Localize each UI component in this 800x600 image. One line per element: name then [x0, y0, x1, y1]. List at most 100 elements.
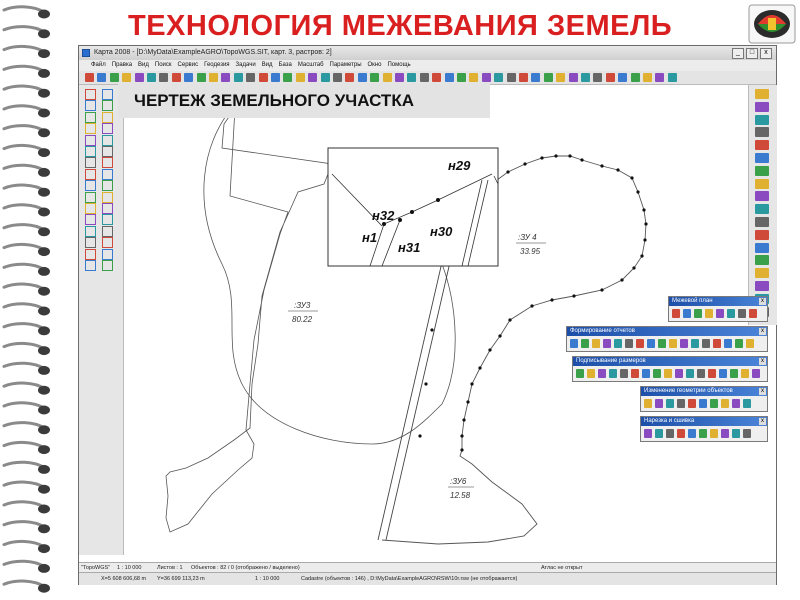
toolbar-tool-icon[interactable]: [407, 73, 417, 82]
palette-tool-icon[interactable]: [752, 369, 760, 378]
palette-tool-icon[interactable]: [680, 339, 688, 348]
palette-tool-icon[interactable]: [655, 399, 663, 408]
map-tool-icon[interactable]: [755, 114, 769, 125]
toolbar-tool-icon[interactable]: [395, 73, 404, 82]
palette-tool-icon[interactable]: [644, 429, 652, 438]
menu-window[interactable]: Окно: [368, 62, 382, 68]
close-icon[interactable]: x: [759, 298, 766, 305]
minimize-button[interactable]: _: [732, 48, 744, 59]
toolbar-tool-icon[interactable]: [667, 73, 677, 82]
toolbar-tool-icon[interactable]: [134, 73, 144, 82]
toolbar-tool-icon[interactable]: [543, 73, 553, 82]
palette-tool-icon[interactable]: [688, 399, 696, 408]
toolbar-tool-icon[interactable]: [221, 73, 231, 82]
palette-tool-icon[interactable]: [746, 339, 754, 348]
menu-file[interactable]: Файл: [91, 62, 106, 68]
toolbar-tool-icon[interactable]: [481, 73, 491, 82]
menu-params[interactable]: Параметры: [330, 62, 362, 68]
close-button[interactable]: x: [760, 48, 772, 59]
palette-tool-icon[interactable]: [721, 429, 729, 438]
map-tool-icon[interactable]: [755, 89, 769, 99]
toolbar-tool-icon[interactable]: [382, 73, 392, 82]
map-tool-icon[interactable]: [755, 217, 769, 227]
map-tool-icon[interactable]: [755, 229, 769, 240]
toolbar-tool-icon[interactable]: [308, 73, 318, 82]
toolbar-tool-icon[interactable]: [295, 73, 305, 82]
toolbar-tool-icon[interactable]: [605, 73, 615, 82]
palette-tool-icon[interactable]: [727, 309, 735, 318]
palette-tool-icon[interactable]: [677, 399, 685, 408]
palette-tool-icon[interactable]: [658, 339, 666, 348]
palette-tool-icon[interactable]: [721, 399, 729, 408]
palette-tool-icon[interactable]: [694, 309, 702, 318]
map-tool-icon[interactable]: [755, 101, 769, 112]
palette-tool-icon[interactable]: [570, 339, 578, 348]
palette-tool-icon[interactable]: [598, 369, 606, 378]
palette-tool-icon[interactable]: [699, 429, 707, 438]
menu-tasks[interactable]: Задачи: [236, 62, 256, 68]
close-icon[interactable]: x: [759, 328, 766, 335]
palette-tool-icon[interactable]: [710, 429, 718, 438]
palette-tool-icon[interactable]: [705, 309, 713, 318]
toolbar-tool-icon[interactable]: [85, 73, 94, 82]
toolbar-tool-icon[interactable]: [333, 73, 342, 82]
palette-tool-icon[interactable]: [609, 369, 617, 378]
toolbar-tool-icon[interactable]: [568, 73, 578, 82]
toolbar-tool-icon[interactable]: [109, 73, 119, 82]
palette-tool-icon[interactable]: [592, 339, 600, 348]
close-icon[interactable]: x: [759, 418, 766, 425]
palette-cutting[interactable]: Нарезка и сшивка x: [640, 416, 768, 442]
map-tool-icon[interactable]: [755, 165, 769, 176]
palette-boundary-plan[interactable]: Межевой план x: [668, 296, 768, 322]
toolbar-tool-icon[interactable]: [320, 73, 330, 82]
palette-tool-icon[interactable]: [732, 429, 740, 438]
map-tool-icon[interactable]: [755, 204, 769, 215]
palette-tool-icon[interactable]: [686, 369, 694, 378]
palette-tool-icon[interactable]: [716, 309, 724, 318]
map-tool-icon[interactable]: [755, 268, 769, 279]
toolbar-tool-icon[interactable]: [419, 73, 429, 82]
palette-tool-icon[interactable]: [732, 399, 740, 408]
toolbar-tool-icon[interactable]: [457, 73, 466, 82]
palette-tool-icon[interactable]: [672, 309, 680, 318]
maximize-button[interactable]: □: [746, 48, 758, 59]
toolbar-tool-icon[interactable]: [655, 73, 665, 82]
menu-search[interactable]: Поиск: [155, 62, 172, 68]
palette-tool-icon[interactable]: [647, 339, 655, 348]
palette-tool-icon[interactable]: [741, 369, 749, 378]
toolbar-tool-icon[interactable]: [196, 73, 206, 82]
menu-base[interactable]: База: [279, 62, 292, 68]
toolbar-tool-icon[interactable]: [630, 73, 640, 82]
toolbar-tool-icon[interactable]: [581, 73, 590, 82]
palette-tool-icon[interactable]: [710, 399, 718, 408]
toolbar-tool-icon[interactable]: [171, 73, 181, 82]
palette-geometry[interactable]: Изменение геометрии объектов x: [640, 386, 768, 412]
toolbar-tool-icon[interactable]: [122, 73, 132, 82]
palette-tool-icon[interactable]: [719, 369, 727, 378]
map-tool-icon[interactable]: [755, 255, 769, 266]
toolbar-tool-icon[interactable]: [494, 73, 504, 82]
palette-tool-icon[interactable]: [614, 339, 622, 348]
map-canvas[interactable]: н29 н32 н1 н30 н31 :ЗУ3 80.22 :ЗУ 4 33.9…: [82, 84, 744, 564]
palette-tool-icon[interactable]: [669, 339, 677, 348]
palette-tool-icon[interactable]: [702, 339, 710, 348]
menu-geodesy[interactable]: Геодезия: [204, 62, 229, 68]
palette-tool-icon[interactable]: [664, 369, 672, 378]
palette-tool-icon[interactable]: [576, 369, 584, 378]
palette-tool-icon[interactable]: [675, 369, 683, 378]
palette-tool-icon[interactable]: [743, 399, 751, 408]
close-icon[interactable]: x: [759, 388, 766, 395]
toolbar-tool-icon[interactable]: [519, 73, 528, 82]
toolbar-tool-icon[interactable]: [159, 73, 169, 82]
map-tool-icon[interactable]: [755, 153, 769, 163]
map-tool-icon[interactable]: [755, 140, 769, 151]
palette-tool-icon[interactable]: [749, 309, 757, 318]
toolbar-tool-icon[interactable]: [432, 73, 442, 82]
palette-tool-icon[interactable]: [655, 429, 663, 438]
map-tool-icon[interactable]: [755, 127, 769, 138]
menu-view2[interactable]: Вид: [262, 62, 273, 68]
toolbar-tool-icon[interactable]: [258, 73, 268, 82]
palette-tool-icon[interactable]: [620, 369, 628, 378]
palette-tool-icon[interactable]: [730, 369, 738, 378]
toolbar-tool-icon[interactable]: [469, 73, 479, 82]
